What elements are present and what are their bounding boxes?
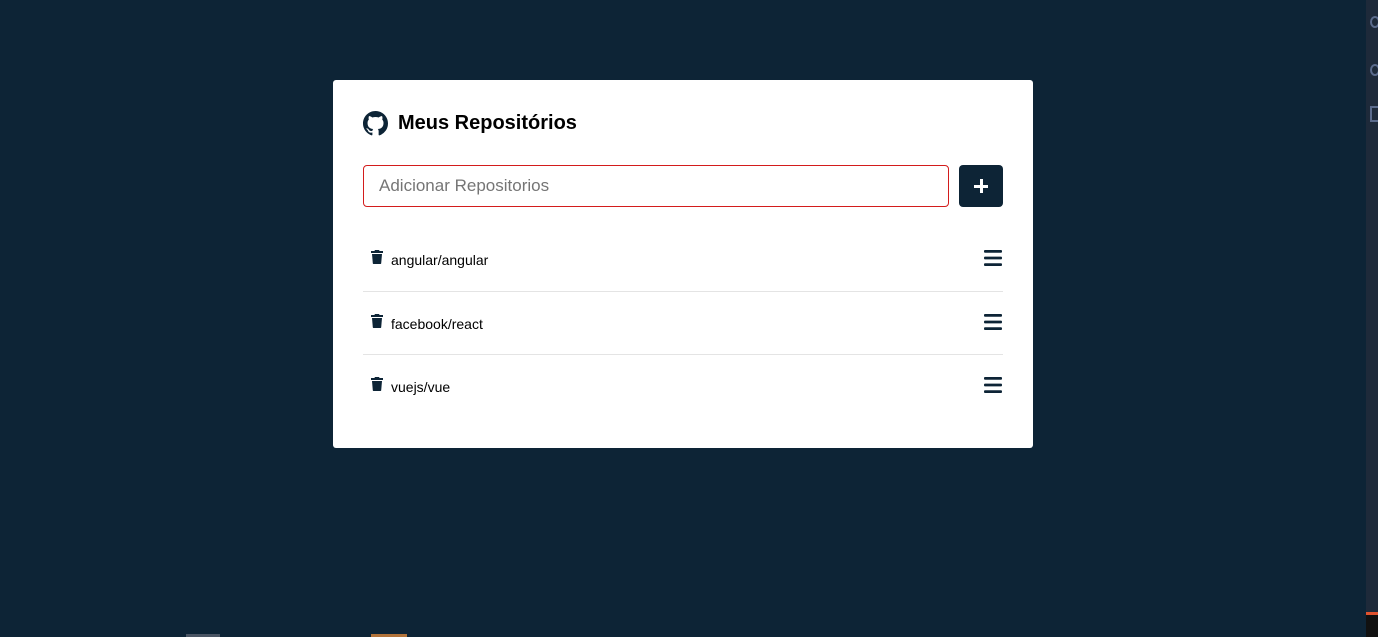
menu-icon[interactable] (984, 314, 1002, 330)
github-icon (363, 110, 388, 136)
page-title: Meus Repositórios (398, 111, 577, 134)
repository-info: facebook/react (363, 314, 483, 332)
extension-icon[interactable] (1370, 16, 1378, 28)
card-header: Meus Repositórios (363, 110, 1003, 136)
repositories-card: Meus Repositórios angular/angular (333, 80, 1033, 448)
side-toolbar-strip (1366, 0, 1378, 637)
repository-list: angular/angular facebook/react vuejs/vue (363, 227, 1003, 417)
trash-icon[interactable] (371, 377, 383, 391)
taskbar-edge (1366, 615, 1378, 637)
list-item: facebook/react (363, 291, 1003, 354)
repository-info: vuejs/vue (363, 377, 450, 395)
repository-info: angular/angular (363, 250, 488, 268)
add-repository-button[interactable] (959, 165, 1003, 207)
globe-icon[interactable] (1370, 64, 1378, 76)
repository-input[interactable] (363, 165, 949, 207)
list-item: vuejs/vue (363, 354, 1003, 417)
app-page: Meus Repositórios angular/angular (0, 0, 1378, 637)
menu-icon[interactable] (984, 377, 1002, 393)
add-repository-form (363, 165, 1003, 207)
list-item: angular/angular (363, 227, 1003, 291)
trash-icon[interactable] (371, 314, 383, 328)
repository-name: vuejs/vue (391, 379, 451, 395)
panel-icon[interactable] (1370, 106, 1378, 122)
menu-icon[interactable] (984, 250, 1002, 266)
trash-icon[interactable] (371, 250, 383, 264)
repository-name: facebook/react (391, 316, 483, 332)
plus-icon (974, 179, 988, 193)
repository-name: angular/angular (391, 252, 489, 268)
